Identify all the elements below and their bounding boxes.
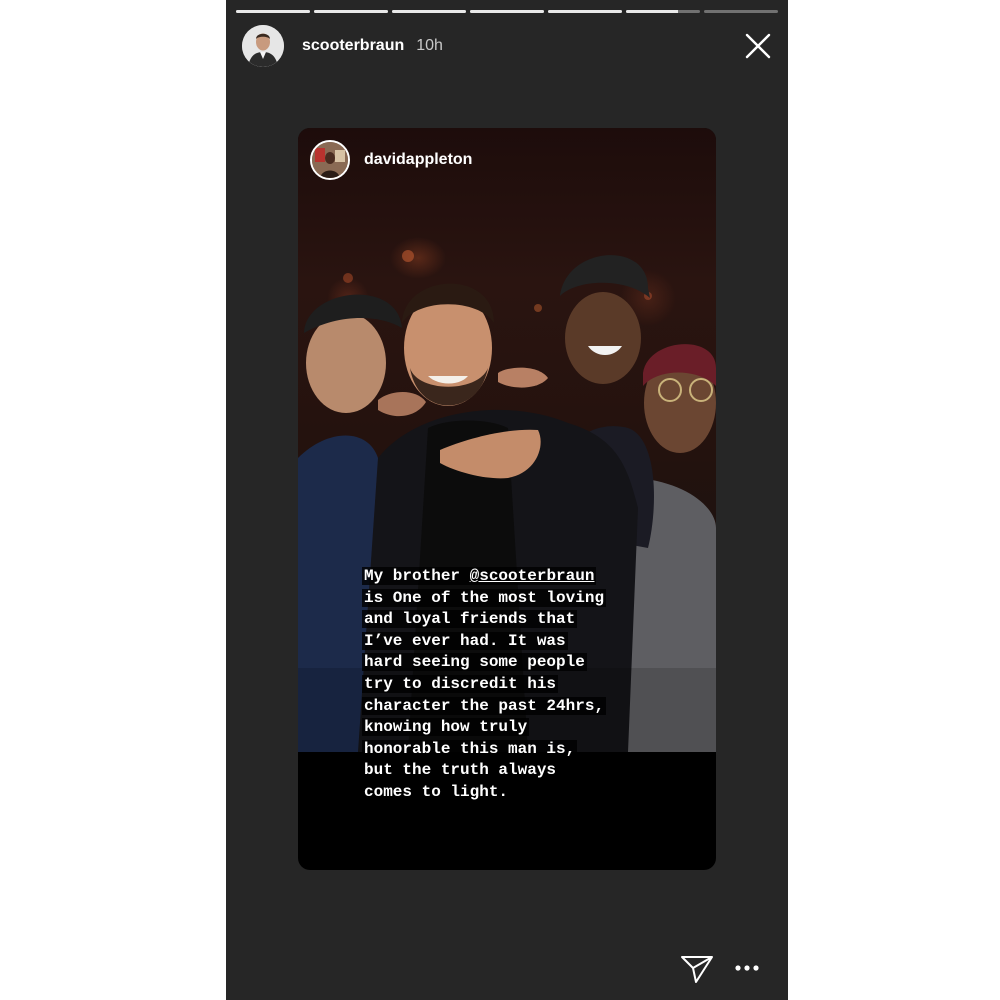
story-timestamp: 10h — [416, 37, 443, 54]
caption-line: but the truth always — [362, 760, 662, 782]
mention-link[interactable]: @scooterbraun — [470, 567, 595, 585]
progress-segment — [548, 10, 622, 13]
send-button[interactable] — [680, 954, 714, 984]
post-caption: My brother @scooterbraun is One of the mo… — [362, 566, 662, 804]
caption-text: try to discredit his — [364, 674, 557, 693]
more-dots-icon — [735, 965, 759, 971]
progress-segment — [314, 10, 388, 13]
caption-text: and loyal friends that — [364, 610, 576, 629]
story-username[interactable]: scooterbraun — [302, 37, 404, 55]
caption-line: knowing how truly — [362, 717, 662, 739]
caption-text: character the past 24hrs, — [364, 696, 605, 715]
story-header: scooterbraun 10h — [242, 24, 772, 68]
progress-segment — [470, 10, 544, 13]
caption-line: character the past 24hrs, — [362, 696, 662, 718]
caption-text: knowing how truly — [364, 718, 528, 737]
caption-line: and loyal friends that — [362, 609, 662, 631]
caption-line: My brother @scooterbraun — [362, 566, 662, 588]
caption-text: is One of the most loving — [364, 588, 605, 607]
progress-segment — [392, 10, 466, 13]
caption-text: but the truth always — [364, 761, 557, 780]
progress-segment — [626, 10, 700, 13]
shared-post-card[interactable]: davidappleton My brother @scooterbraun is… — [298, 128, 716, 870]
caption-line: comes to light. — [362, 782, 662, 804]
caption-line: honorable this man is, — [362, 739, 662, 761]
progress-segment — [704, 10, 778, 13]
post-avatar[interactable] — [310, 140, 350, 180]
caption-line: hard seeing some people — [362, 652, 662, 674]
caption-line: I’ve ever had. It was — [362, 631, 662, 653]
caption-line: is One of the most loving — [362, 588, 662, 610]
story-footer — [226, 940, 788, 1000]
close-button[interactable] — [744, 32, 772, 60]
caption-text: I’ve ever had. It was — [364, 631, 566, 650]
story-viewer: scooterbraun 10h davidappleton My brothe… — [226, 0, 788, 1000]
post-username[interactable]: davidappleton — [364, 151, 472, 169]
caption-text: honorable this man is, — [364, 739, 576, 758]
post-header: davidappleton — [310, 140, 472, 180]
avatar[interactable] — [242, 25, 284, 67]
close-icon — [745, 33, 771, 59]
story-progress — [236, 10, 778, 13]
paper-plane-icon — [681, 956, 713, 983]
progress-segment — [236, 10, 310, 13]
caption-text: hard seeing some people — [364, 653, 585, 672]
more-options-button[interactable] — [732, 958, 762, 978]
caption-line: try to discredit his — [362, 674, 662, 696]
caption-text: My brother — [364, 567, 470, 585]
caption-text: comes to light. — [364, 782, 509, 801]
